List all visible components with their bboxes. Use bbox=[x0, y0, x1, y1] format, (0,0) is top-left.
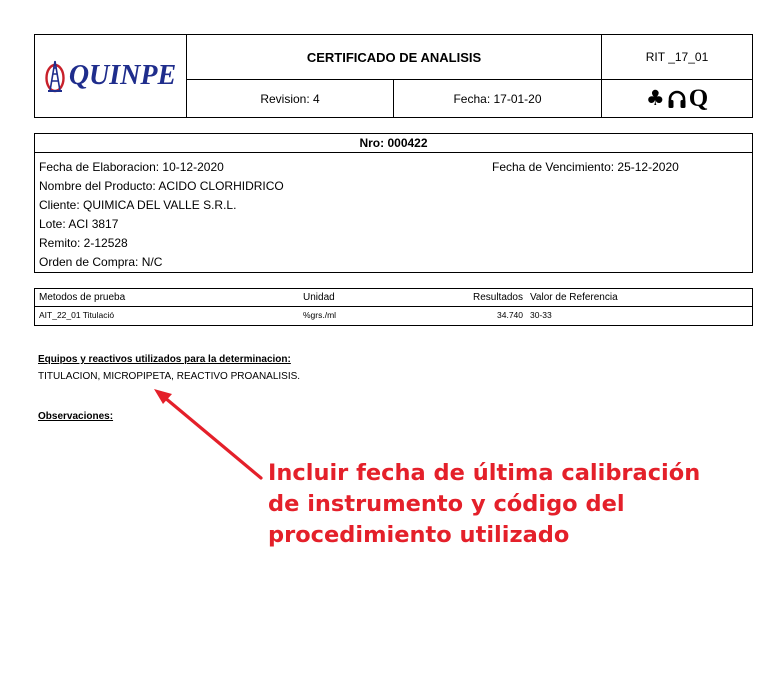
expiration-date: Fecha de Vencimiento: 25-12-2020 bbox=[492, 160, 679, 174]
document-title: CERTIFICADO DE ANALISIS bbox=[187, 35, 602, 80]
column-header-result: Resultados bbox=[472, 292, 523, 303]
club-icon: ♣ bbox=[645, 86, 665, 110]
remito-number: Remito: 2-12528 bbox=[39, 236, 128, 250]
product-name: Nombre del Producto: ACIDO CLORHIDRICO bbox=[39, 179, 284, 193]
unit-cell: %grs./ml bbox=[303, 310, 337, 320]
elaboration-date: Fecha de Elaboracion: 10-12-2020 bbox=[39, 160, 224, 174]
certification-symbols: ♣ Q bbox=[602, 80, 752, 117]
reference-cell: 30-33 bbox=[530, 310, 552, 320]
column-header-reference: Valor de Referencia bbox=[530, 292, 618, 303]
method-cell: AIT_22_01 Titulació bbox=[39, 310, 115, 320]
annotation-line: de instrumento y código del bbox=[268, 491, 625, 517]
certificate-number: Nro: 000422 bbox=[35, 134, 752, 153]
cert-letter: Q bbox=[688, 85, 709, 112]
certificate-header: QUINPE CERTIFICADO DE ANALISIS RIT _17_0… bbox=[34, 34, 753, 118]
column-header-method: Metodos de prueba bbox=[39, 292, 126, 303]
lot-number: Lote: ACI 3817 bbox=[39, 217, 119, 231]
oil-derrick-logo-icon bbox=[45, 60, 65, 93]
result-cell: 34.740 bbox=[497, 310, 523, 320]
document-date: Fecha: 17-01-20 bbox=[394, 80, 602, 117]
equipment-text: TITULACION, MICROPIPETA, REACTIVO PROANA… bbox=[38, 371, 301, 382]
column-header-unit: Unidad bbox=[303, 292, 335, 303]
annotation-line: Incluir fecha de última calibración bbox=[268, 460, 701, 486]
client-name: Cliente: QUIMICA DEL VALLE S.R.L. bbox=[39, 198, 237, 212]
review-annotation: Incluir fecha de última calibración de i… bbox=[268, 458, 768, 551]
product-info-box: Nro: 000422 Fecha de Elaboracion: 10-12-… bbox=[34, 133, 753, 273]
document-code: RIT _17_01 bbox=[602, 35, 752, 80]
annotation-line: procedimiento utilizado bbox=[268, 522, 570, 548]
headphones-icon bbox=[668, 90, 686, 108]
purchase-order: Orden de Compra: N/C bbox=[39, 255, 163, 269]
table-row: AIT_22_01 Titulació %grs./ml 34.740 30-3… bbox=[35, 307, 752, 325]
observations-heading: Observaciones: bbox=[38, 411, 114, 422]
test-results-table: Metodos de prueba Unidad Resultados Valo… bbox=[34, 288, 753, 326]
revision-label: Revision: 4 bbox=[187, 80, 394, 117]
company-logo: QUINPE bbox=[35, 35, 187, 117]
logo-text: QUINPE bbox=[68, 60, 177, 91]
table-header-row: Metodos de prueba Unidad Resultados Valo… bbox=[35, 289, 752, 307]
equipment-heading: Equipos y reactivos utilizados para la d… bbox=[38, 354, 291, 365]
